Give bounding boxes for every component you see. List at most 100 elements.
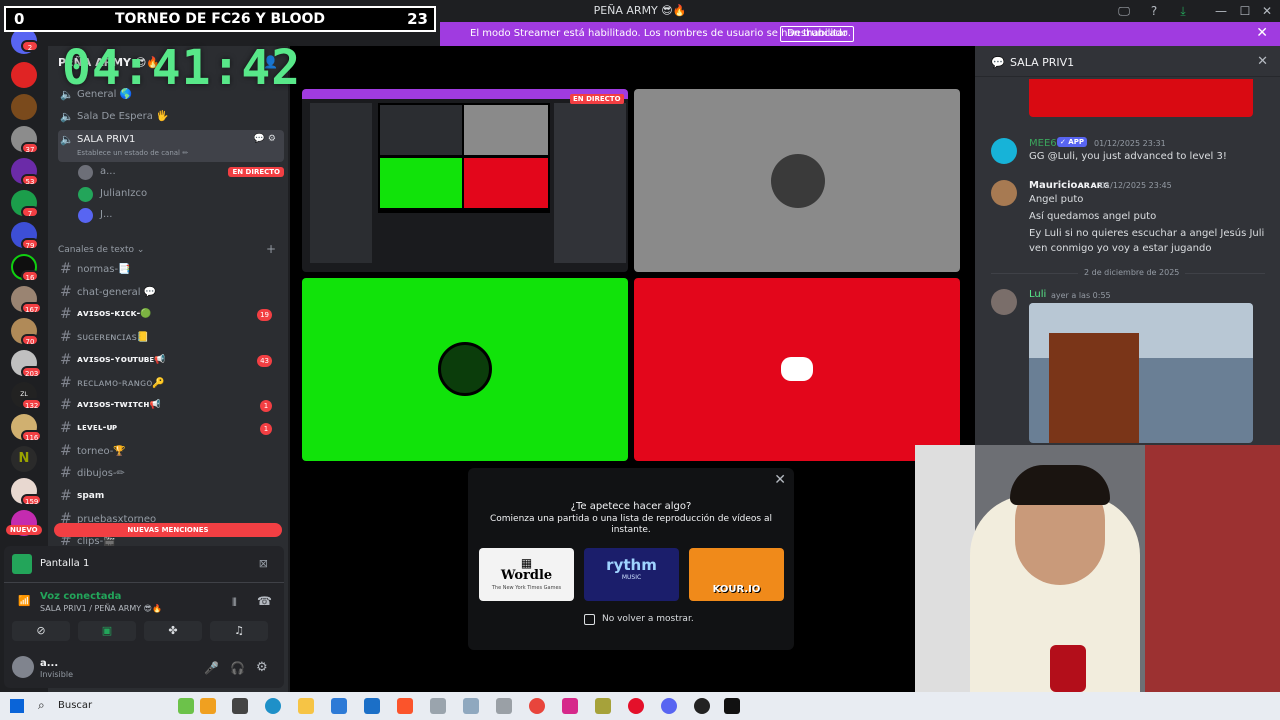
obs-icon[interactable] (694, 698, 710, 714)
text-channel[interactable]: # chat-general 💬 (58, 283, 284, 303)
text-channel[interactable]: # torneo-🏆 (58, 442, 284, 462)
store-icon[interactable] (331, 698, 347, 714)
text-channel[interactable]: # ʀᴇᴄʟᴀᴍᴏ-ʀᴀɴɢᴏ🔑 (58, 374, 284, 394)
text-channel[interactable]: # ᴀᴠɪsᴏs-ᴛᴡɪᴛᴄʜ📢 1 (58, 396, 284, 416)
channel-label: ᴀᴠɪsᴏs-ᴛᴡɪᴛᴄʜ📢 (77, 400, 161, 411)
instagram-icon[interactable] (562, 698, 578, 714)
brave-icon[interactable] (397, 698, 413, 714)
windows-start-icon[interactable] (10, 699, 24, 713)
hash-icon: # (60, 465, 72, 482)
text-channel[interactable]: # ᴀᴠɪsᴏs-ʏᴏᴜᴛᴜʙᴇ📢 43 (58, 351, 284, 371)
disconnect-icon[interactable]: ☎ (257, 594, 272, 608)
mail-icon[interactable] (364, 698, 380, 714)
app-icon[interactable] (595, 698, 611, 714)
edge-icon[interactable] (265, 698, 281, 714)
download-icon[interactable]: ⤓ (1174, 2, 1192, 20)
avatar[interactable] (991, 180, 1017, 206)
text-channel[interactable]: # spam (58, 487, 284, 507)
attachment-image[interactable] (1029, 303, 1253, 443)
participant-tile[interactable] (302, 278, 628, 461)
discord-icon[interactable] (661, 698, 677, 714)
maximize-button[interactable]: ☐ (1236, 2, 1254, 20)
headphones-icon[interactable]: 🎧 (230, 661, 245, 675)
game-wordle[interactable]: ▦ Wordle The New York Times Games (479, 548, 574, 601)
participant-tile[interactable] (634, 278, 960, 461)
chrome-icon[interactable] (529, 698, 545, 714)
channel-label: ᴀᴠɪsᴏs-ʏᴏᴜᴛᴜʙᴇ📢 (77, 354, 166, 365)
widget-icon[interactable] (200, 698, 216, 714)
game-rythm[interactable]: rythm MUSIC (584, 548, 679, 601)
message-author[interactable]: Mauricioᴀʀᴀʀɢ (1029, 180, 1110, 191)
scoreboard-title: TORNEO DE FC26 Y BLOOD (114, 11, 326, 27)
settings-gear-icon[interactable]: ⚙ (256, 660, 268, 675)
voice-user[interactable]: JulianIzco (78, 185, 284, 205)
user-status: Invisible (40, 670, 73, 679)
dont-show-checkbox[interactable] (584, 614, 595, 625)
new-mentions-bar[interactable]: NUEVAS MENCIONES (54, 523, 282, 537)
server-badge: 37 (21, 142, 39, 154)
screen-icon[interactable]: 🖵 (1115, 2, 1133, 20)
help-icon[interactable]: ? (1145, 2, 1163, 20)
activity-popup: ✕ ¿Te apetece hacer algo? Comienza una p… (468, 468, 794, 650)
server-icon[interactable] (11, 94, 37, 120)
scoreboard: TORNEO DE FC26 Y BLOOD 0 23 (4, 6, 436, 32)
text-channel[interactable]: # dibujos-✏ (58, 464, 284, 484)
category-text-channels[interactable]: Canales de texto ⌄ (58, 245, 144, 255)
date-divider: 2 de diciembre de 2025 (1078, 268, 1186, 277)
channel-label: torneo-🏆 (77, 445, 126, 457)
minimize-button[interactable]: — (1212, 2, 1230, 20)
chat-bubble-icon: 💬 (991, 56, 1005, 69)
app-icon[interactable] (463, 698, 479, 714)
disable-streamer-button[interactable]: Deshabilitar (780, 26, 855, 42)
text-channel[interactable]: # ᴀᴠɪsᴏs-ᴋɪᴄᴋ-🟢 19 (58, 305, 284, 325)
participant-tile[interactable] (634, 89, 960, 272)
nested-chat (554, 103, 626, 263)
close-window-button[interactable]: ✕ (1258, 2, 1276, 20)
text-channel[interactable]: # normas-📑 (58, 260, 284, 280)
voice-channel-sala-de-espera[interactable]: 🔈 Sala De Espera 🖐 (58, 107, 284, 127)
microphone-icon[interactable]: 🎤 (204, 661, 219, 675)
task-view-icon[interactable] (232, 698, 248, 714)
close-banner-icon[interactable]: ✕ (1256, 25, 1268, 41)
chat-channel-name: SALA PRIV1 (1010, 56, 1075, 69)
soundboard-button[interactable]: ♫ (210, 621, 268, 641)
app-icon[interactable] (496, 698, 512, 714)
share-screen-button[interactable]: ▣ (78, 621, 136, 641)
channel-status[interactable]: Establece un estado de canal ✏ (77, 149, 188, 157)
channel-label: sᴜɢᴇʀᴇɴᴄɪᴀs📒 (77, 332, 150, 344)
attachment-image[interactable] (1029, 79, 1253, 117)
widget-icon[interactable] (178, 698, 194, 714)
media-player-icon[interactable] (628, 698, 644, 714)
camera-off-button[interactable]: ⊘ (12, 621, 70, 641)
file-explorer-icon[interactable] (298, 698, 314, 714)
taskbar-search[interactable]: Buscar (58, 700, 92, 711)
voice-channel-sala-priv1[interactable]: 🔈 SALA PRIV1 Establece un estado de cana… (58, 130, 284, 162)
noise-icon[interactable]: ⦀ (232, 596, 237, 610)
voice-user[interactable]: J... (78, 206, 284, 226)
message-author[interactable]: Luli (1029, 289, 1046, 300)
app-icon[interactable] (430, 698, 446, 714)
left-score: 0 (14, 10, 25, 28)
text-channel[interactable]: # ʟᴇᴠᴇʟ-ᴜᴘ 1 (58, 419, 284, 439)
voice-channel-info[interactable]: SALA PRIV1 / PEÑA ARMY 😎🔥 (40, 604, 162, 613)
text-channel[interactable]: # sᴜɢᴇʀᴇɴᴄɪᴀs📒 (58, 328, 284, 348)
avatar[interactable] (991, 138, 1017, 164)
message-author[interactable]: MEE6 (1029, 138, 1057, 149)
screen-share-tile[interactable]: EN DIRECTO (302, 89, 628, 272)
app-icon[interactable] (724, 698, 740, 714)
channel-label: ʀᴇᴄʟᴀᴍᴏ-ʀᴀɴɢᴏ🔑 (77, 377, 165, 389)
close-screen-icon[interactable]: ⊠ (259, 557, 268, 570)
channel-settings-icon[interactable]: 💬 ⚙ (254, 134, 276, 144)
avatar[interactable] (991, 289, 1017, 315)
voice-status[interactable]: Voz conectada (40, 591, 121, 602)
add-channel-icon[interactable]: + (266, 242, 276, 256)
activities-button[interactable]: ✤ (144, 621, 202, 641)
server-icon[interactable]: N (11, 446, 37, 472)
close-chat-icon[interactable]: ✕ (1257, 54, 1268, 69)
close-popup-icon[interactable]: ✕ (774, 472, 786, 488)
avatar[interactable] (12, 656, 34, 678)
game-kour-io[interactable]: KOUR.IO (689, 548, 784, 601)
server-icon[interactable] (11, 62, 37, 88)
voice-user[interactable]: a... EN DIRECTO (78, 163, 284, 183)
channel-label: normas-📑 (77, 264, 131, 275)
